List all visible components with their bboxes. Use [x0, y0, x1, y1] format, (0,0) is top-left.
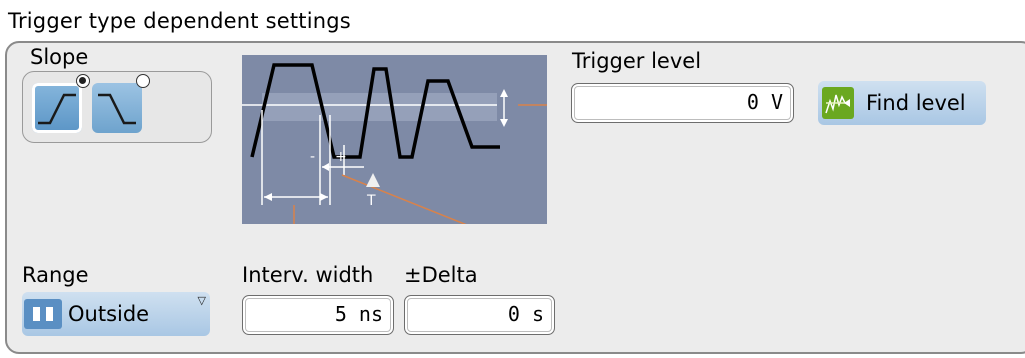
- diagram-trigger-marker: T: [366, 193, 376, 209]
- diagram-minus-marker: -: [310, 149, 315, 165]
- rising-edge-icon: [38, 93, 76, 125]
- range-label: Range: [22, 263, 89, 287]
- find-level-label: Find level: [866, 91, 966, 115]
- interval-trigger-illustration: - + T: [242, 63, 547, 226]
- diagram-plus-marker: +: [335, 149, 347, 165]
- find-level-button[interactable]: Find level: [818, 81, 986, 125]
- delta-input[interactable]: 0 s: [404, 295, 555, 335]
- range-outside-icon: [24, 299, 62, 329]
- interval-width-input[interactable]: 5 ns: [242, 295, 394, 335]
- range-selected-value: Outside: [68, 302, 150, 326]
- slope-rising-button[interactable]: [32, 74, 90, 133]
- find-level-icon: [822, 87, 854, 119]
- trigger-level-input[interactable]: 0 V: [571, 83, 794, 123]
- section-title: Trigger type dependent settings: [8, 9, 351, 33]
- slope-label: Slope: [30, 45, 89, 69]
- delta-label: ±Delta: [404, 263, 478, 287]
- interval-width-label: Interv. width: [242, 263, 374, 287]
- dropdown-arrow-icon: ▽: [197, 294, 206, 307]
- slope-falling-button[interactable]: [92, 74, 150, 133]
- trigger-diagram: - + T: [242, 55, 547, 226]
- falling-edge-icon: [98, 93, 136, 125]
- range-dropdown[interactable]: Outside ▽: [22, 292, 210, 336]
- slope-selector: [22, 71, 212, 143]
- trigger-level-label: Trigger level: [572, 49, 702, 73]
